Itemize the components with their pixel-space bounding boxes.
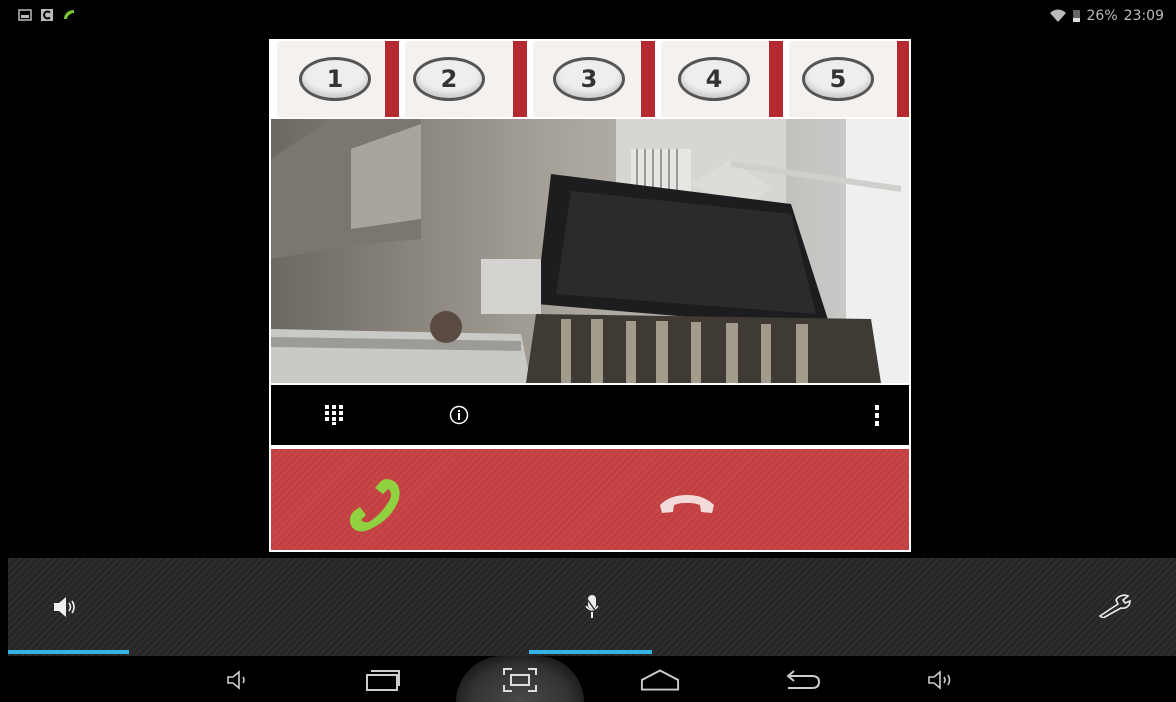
system-navigation-bar (0, 656, 1176, 702)
door-button-4[interactable]: 4 (678, 57, 750, 101)
wrench-icon[interactable] (1098, 594, 1132, 618)
recent-apps-button[interactable] (362, 664, 402, 696)
battery-icon (1072, 10, 1080, 22)
recent-apps-icon (366, 670, 400, 691)
volume-down-button[interactable] (218, 664, 258, 696)
system-indicators: 26% 23:09 (1049, 8, 1164, 24)
volume-up-icon (928, 670, 951, 690)
screenshot-button[interactable] (500, 664, 540, 696)
app-c-icon (41, 9, 53, 21)
camera-feed (271, 119, 909, 383)
home-button[interactable] (640, 664, 680, 696)
door-button-5[interactable]: 5 (802, 57, 874, 101)
phone-icon (64, 10, 74, 19)
door-button-2[interactable]: 2 (413, 57, 485, 101)
overflow-menu-icon[interactable] (874, 405, 880, 427)
keypad-icon[interactable] (325, 405, 343, 425)
volume-down-icon (227, 670, 245, 690)
microphone-icon[interactable] (584, 594, 600, 620)
camera-image (271, 119, 909, 383)
microphone-active-indicator (529, 650, 652, 654)
door-button-3[interactable]: 3 (553, 57, 625, 101)
battery-percent: 26% (1086, 8, 1118, 24)
back-icon (786, 670, 821, 689)
info-icon[interactable] (449, 405, 469, 425)
speaker-active-indicator (8, 650, 129, 654)
door-button-1[interactable]: 1 (299, 57, 371, 101)
status-bar: 26% 23:09 (0, 0, 1176, 34)
call-toolbar (271, 385, 909, 445)
back-button[interactable] (782, 664, 822, 696)
hang-up-icon[interactable] (658, 491, 716, 519)
intercom-panel: 1 2 3 4 5 (269, 39, 911, 552)
call-action-bar (271, 449, 909, 550)
door-buttons-strip: 1 2 3 4 5 (271, 41, 909, 117)
clock: 23:09 (1123, 8, 1164, 24)
audio-controls-bar (8, 558, 1176, 656)
notification-icons (18, 8, 76, 22)
screenshot-icon (503, 668, 537, 692)
speaker-icon[interactable] (52, 596, 80, 618)
gallery-icon (18, 9, 32, 21)
volume-up-button[interactable] (922, 664, 962, 696)
wifi-icon (1049, 9, 1066, 22)
home-icon (640, 669, 680, 691)
answer-call-icon[interactable] (346, 477, 404, 533)
